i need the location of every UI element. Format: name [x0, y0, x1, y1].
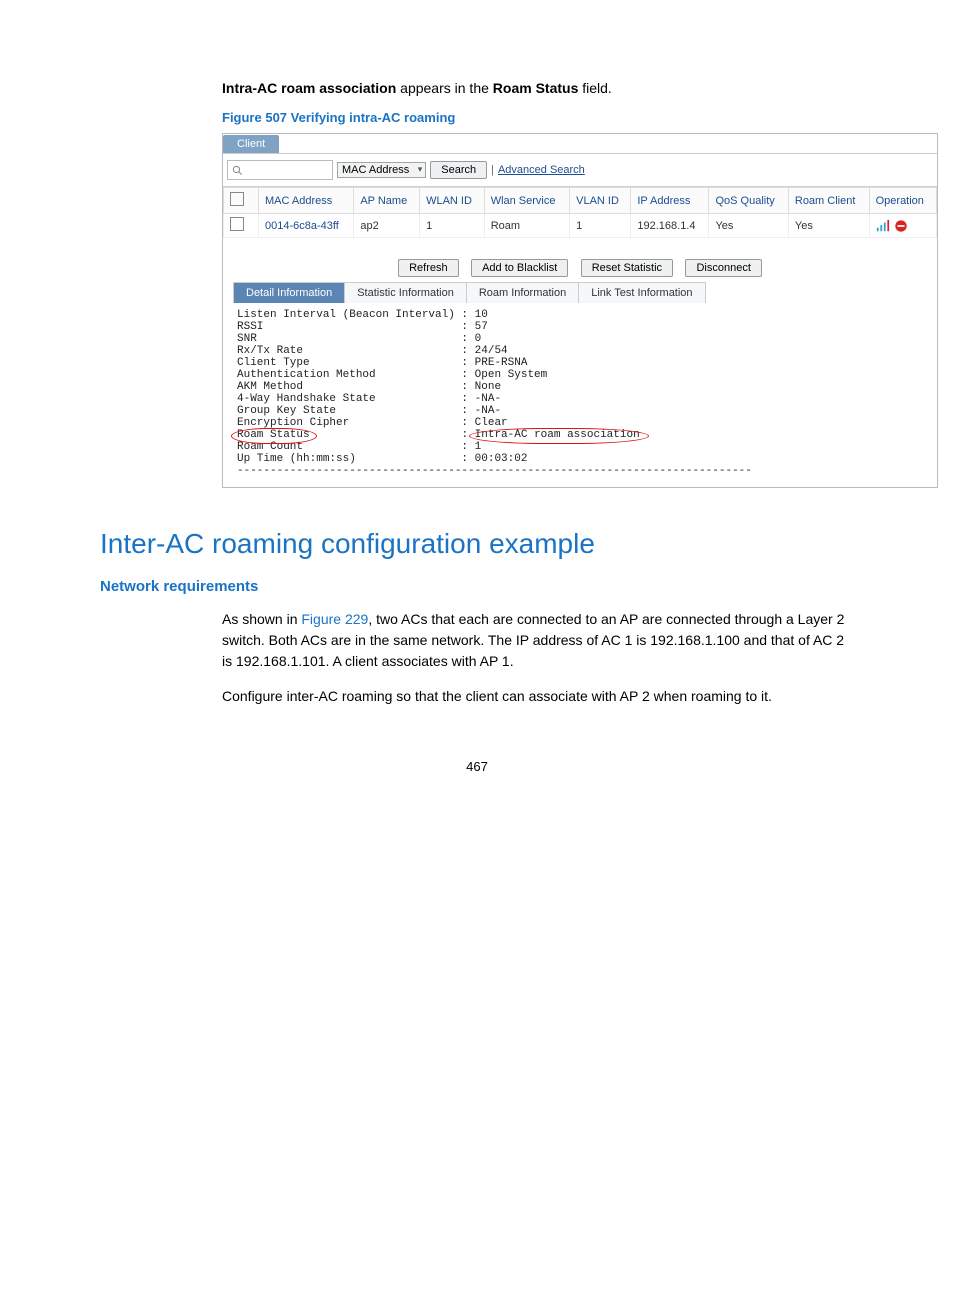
tab-roam-info[interactable]: Roam Information — [467, 283, 579, 303]
col-ip[interactable]: IP Address — [631, 188, 709, 214]
col-op: Operation — [869, 188, 936, 214]
paragraph-2: Configure inter-AC roaming so that the c… — [100, 686, 854, 707]
row-checkbox[interactable] — [230, 217, 244, 231]
select-all-checkbox[interactable] — [230, 192, 244, 206]
search-input[interactable] — [227, 160, 333, 180]
mac-link[interactable]: 0014-6c8a-43ff — [265, 220, 339, 232]
search-field-select[interactable]: MAC Address — [337, 162, 426, 178]
add-blacklist-button[interactable]: Add to Blacklist — [471, 259, 568, 277]
search-icon — [232, 165, 243, 176]
col-service[interactable]: Wlan Service — [484, 188, 569, 214]
detail-subtabs: Detail Information Statistic Information… — [233, 282, 706, 303]
tab-link-test-info[interactable]: Link Test Information — [579, 283, 704, 303]
paragraph-1: As shown in Figure 229, two ACs that eac… — [100, 609, 854, 672]
col-roam[interactable]: Roam Client — [788, 188, 869, 214]
intro-bold-1: Intra-AC roam association — [222, 80, 396, 96]
page-number: 467 — [100, 719, 854, 784]
client-table: MAC Address AP Name WLAN ID Wlan Service… — [223, 187, 937, 238]
action-buttons: Refresh Add to Blacklist Reset Statistic… — [223, 238, 937, 282]
col-ap[interactable]: AP Name — [354, 188, 420, 214]
stop-icon[interactable] — [894, 219, 908, 233]
search-button[interactable]: Search — [430, 161, 487, 179]
figure-caption: Figure 507 Verifying intra-AC roaming — [100, 110, 854, 125]
reset-statistic-button[interactable]: Reset Statistic — [581, 259, 673, 277]
subsection-heading: Network requirements — [100, 578, 854, 595]
advanced-search-link[interactable]: Advanced Search — [498, 164, 585, 176]
figure-screenshot: Client MAC Address Search | Advanced Sea… — [100, 133, 854, 488]
tab-client[interactable]: Client — [223, 135, 279, 153]
col-vlan[interactable]: VLAN ID — [570, 188, 631, 214]
detail-output: Listen Interval (Beacon Interval) : 10 R… — [223, 303, 937, 487]
col-qos[interactable]: QoS Quality — [709, 188, 788, 214]
refresh-button[interactable]: Refresh — [398, 259, 459, 277]
disconnect-button[interactable]: Disconnect — [685, 259, 761, 277]
intro-bold-2: Roam Status — [493, 80, 579, 96]
intro-sentence: Intra-AC roam association appears in the… — [100, 80, 854, 96]
tab-detail-info[interactable]: Detail Information — [234, 283, 345, 303]
section-heading: Inter-AC roaming configuration example — [100, 528, 854, 560]
figure-229-link[interactable]: Figure 229 — [301, 611, 368, 627]
table-row: 0014-6c8a-43ff ap2 1 Roam 1 192.168.1.4 … — [224, 214, 937, 238]
col-wlan[interactable]: WLAN ID — [420, 188, 485, 214]
col-mac[interactable]: MAC Address — [259, 188, 354, 214]
signal-icon[interactable] — [876, 219, 890, 233]
tab-statistic-info[interactable]: Statistic Information — [345, 283, 467, 303]
